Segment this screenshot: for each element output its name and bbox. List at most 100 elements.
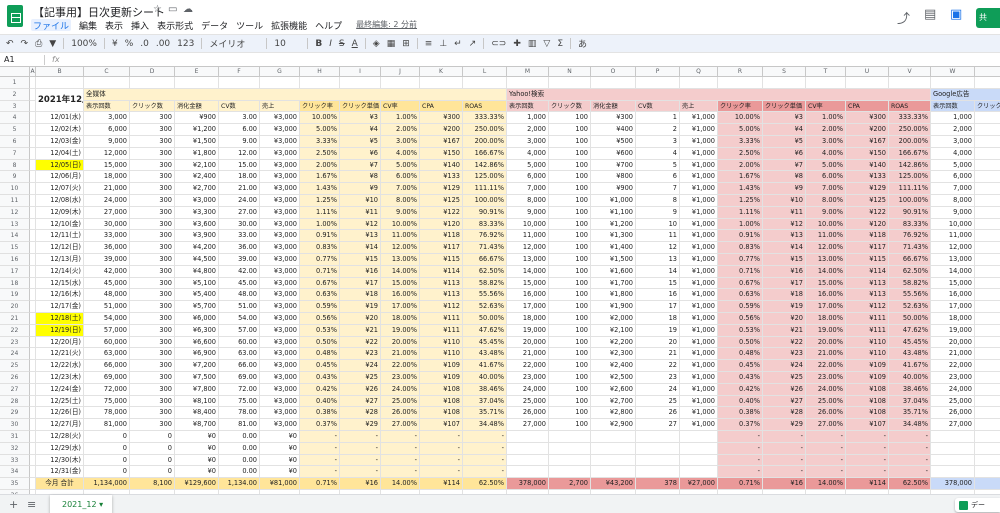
cell[interactable]: -	[420, 431, 463, 443]
cell[interactable]: 15.00%	[381, 277, 420, 290]
cell[interactable]: 27,000	[507, 419, 549, 431]
cell[interactable]: ¥110	[846, 336, 889, 349]
cell[interactable]: ¥1,800	[175, 147, 219, 160]
cell[interactable]: 1.00%	[381, 112, 420, 125]
menu-item[interactable]: 挿入	[131, 19, 149, 32]
cell[interactable]: 43.48%	[889, 348, 931, 361]
cell[interactable]: ¥109	[420, 360, 463, 372]
cell[interactable]: ¥2,100	[591, 324, 636, 337]
cell[interactable]: 12/07(火)	[36, 183, 84, 195]
cell[interactable]: ¥28	[340, 407, 381, 420]
cell[interactable]	[975, 443, 1000, 455]
cell[interactable]: 21,000	[84, 183, 130, 195]
cell[interactable]: ¥3,000	[260, 136, 300, 148]
cell[interactable]: 9,000	[507, 206, 549, 219]
cell[interactable]: 0	[84, 442, 130, 455]
cell[interactable]: 11	[636, 230, 680, 243]
cell[interactable]: 300	[130, 124, 175, 136]
comment-icon[interactable]: ▤	[924, 7, 936, 22]
cell[interactable]: 12/16(木)	[36, 289, 84, 302]
cell[interactable]: ¥1,000	[680, 171, 718, 184]
cell[interactable]: 0.77%	[718, 254, 763, 266]
cell[interactable]: 14	[636, 265, 680, 278]
cell[interactable]: 250.00%	[463, 124, 507, 136]
cell[interactable]: ¥1,000	[680, 265, 718, 278]
cell[interactable]: ¥2,200	[591, 336, 636, 349]
cell[interactable]: 7,000	[507, 183, 549, 195]
increase-decimal-button[interactable]: .00	[156, 39, 170, 49]
last-edit-link[interactable]: 最終編集: 2 分前	[356, 19, 417, 31]
cell[interactable]: 8,000	[931, 195, 975, 207]
cell[interactable]: -	[340, 466, 381, 479]
cell[interactable]: ¥900	[175, 112, 219, 125]
cell[interactable]: 33,000	[84, 230, 130, 243]
cell[interactable]	[36, 77, 84, 89]
row-header[interactable]: 32	[0, 442, 30, 455]
cell[interactable]: 100.00%	[463, 195, 507, 207]
undo-icon[interactable]: ↶	[6, 39, 14, 49]
cell[interactable]: 5.00%	[718, 124, 763, 136]
cell[interactable]: 9.00	[219, 136, 260, 148]
cell[interactable]: 333.33%	[889, 112, 931, 125]
cell[interactable]: 26.00%	[806, 407, 846, 420]
cell[interactable]: 5.00%	[381, 159, 420, 172]
cell[interactable]: 0.43%	[718, 372, 763, 384]
cell[interactable]: ¥11	[340, 206, 381, 219]
fill-color-icon[interactable]: ◈	[373, 39, 380, 49]
print-icon[interactable]: ⎙	[35, 39, 42, 49]
cell[interactable]: ¥4,200	[175, 242, 219, 254]
row-header[interactable]: 1	[0, 77, 30, 89]
cell[interactable]: 47.62%	[463, 324, 507, 337]
cell[interactable]: 38.46%	[463, 383, 507, 396]
cell[interactable]: ¥3,000	[260, 324, 300, 337]
cell[interactable]: ¥15	[763, 254, 806, 266]
cell[interactable]: ¥1,000	[680, 206, 718, 219]
cell[interactable]: 81,000	[84, 419, 130, 431]
cell[interactable]: 5	[636, 159, 680, 172]
cell[interactable]: 7	[636, 183, 680, 195]
cell[interactable]: ¥200	[846, 124, 889, 136]
cell[interactable]: 58.82%	[463, 277, 507, 290]
cell[interactable]: 300	[130, 265, 175, 278]
row-header[interactable]: 3	[0, 100, 30, 113]
cell[interactable]: 0.50%	[300, 336, 340, 349]
cell[interactable]	[549, 431, 591, 443]
cell[interactable]: 20.00%	[806, 336, 846, 349]
cell[interactable]: 34.48%	[889, 419, 931, 431]
cell[interactable]: 12/02(木)	[36, 124, 84, 136]
cell[interactable]	[680, 77, 718, 89]
document-title[interactable]: 【記事用】日次更新シート	[33, 4, 165, 20]
row-header[interactable]: 8	[0, 159, 30, 172]
cell[interactable]: 1,134.00	[219, 478, 260, 490]
cell[interactable]: 69.00	[219, 372, 260, 384]
cell[interactable]: 12/09(木)	[36, 206, 84, 219]
cell[interactable]: -	[806, 454, 846, 467]
cell[interactable]: 125.00%	[889, 171, 931, 184]
cell[interactable]: 1	[636, 112, 680, 125]
cell[interactable]: 0.40%	[300, 395, 340, 408]
cell[interactable]: ¥117	[846, 242, 889, 254]
cell[interactable]: ¥1,900	[591, 301, 636, 313]
column-header[interactable]: M	[507, 67, 549, 77]
functions-icon[interactable]: Σ	[557, 39, 563, 49]
cell[interactable]: ¥5,700	[175, 301, 219, 313]
cell[interactable]: ¥27	[763, 395, 806, 408]
cell[interactable]: 25.00%	[381, 395, 420, 408]
cell[interactable]: 12,000	[931, 242, 975, 254]
cell[interactable]: 300	[130, 360, 175, 372]
cell[interactable]: 100	[549, 218, 591, 231]
cell[interactable]: 18.00%	[806, 313, 846, 325]
cell[interactable]	[260, 77, 300, 89]
cell[interactable]: ¥3,000	[260, 301, 300, 313]
cell[interactable]: 15	[636, 277, 680, 290]
cell[interactable]: 52.63%	[889, 301, 931, 313]
cell[interactable]: -	[381, 454, 420, 467]
cell[interactable]: 1.00%	[718, 218, 763, 231]
cell[interactable]: 300	[130, 407, 175, 420]
cell[interactable]: 12/28(火)	[36, 431, 84, 443]
cell[interactable]: ¥200	[420, 124, 463, 136]
cell[interactable]: 12/04(土)	[36, 147, 84, 160]
cell[interactable]: 19.00%	[806, 324, 846, 337]
menu-item[interactable]: ヘルプ	[315, 19, 342, 32]
cell[interactable]: ¥16	[340, 265, 381, 278]
